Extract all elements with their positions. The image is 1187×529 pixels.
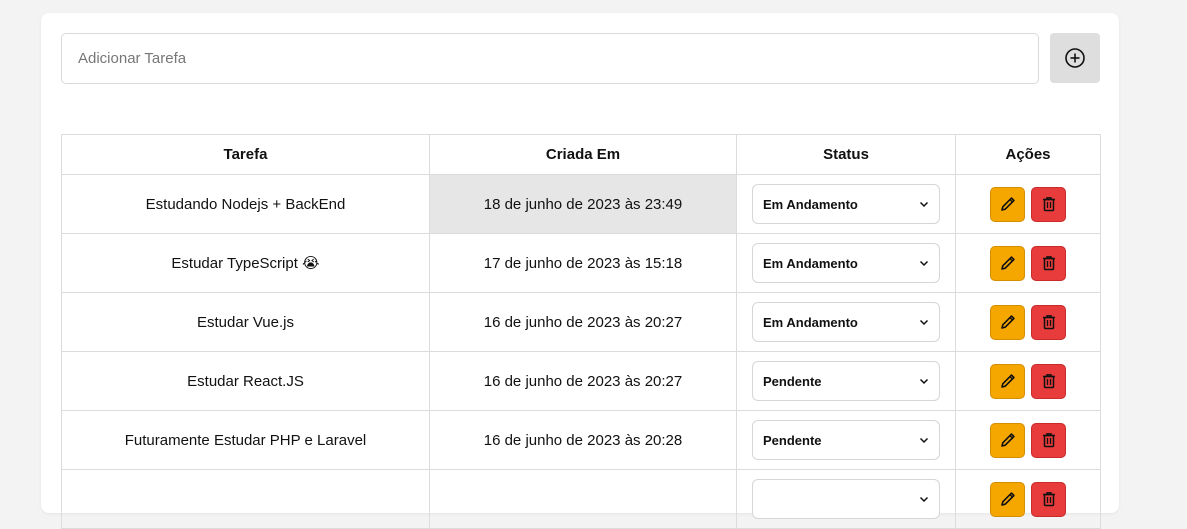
delete-button[interactable] [1031,304,1066,340]
task-created: 16 de junho de 2023 às 20:27 [429,351,737,411]
task-name: Estudar Vue.js [61,292,430,352]
pencil-icon [1000,315,1015,329]
trash-icon [1042,374,1055,389]
status-cell: Em Andamento [736,292,956,352]
plus-circle-icon [1065,48,1085,68]
actions-cell [955,292,1101,352]
actions-cell [955,233,1101,293]
pencil-icon [1000,256,1015,270]
status-value: Em Andamento [763,196,858,212]
delete-button[interactable] [1031,186,1066,222]
actions-cell [955,351,1101,411]
status-cell [736,469,956,529]
chevron-down-icon [919,260,929,267]
edit-button[interactable] [990,304,1025,340]
chevron-down-icon [919,437,929,444]
table-row: Estudar Vue.js 16 de junho de 2023 às 20… [61,292,1101,352]
delete-button[interactable] [1031,422,1066,458]
trash-icon [1042,433,1055,448]
tasks-table: Tarefa Criada Em Status Ações Estudando … [61,134,1101,529]
edit-button[interactable] [990,245,1025,281]
table-row [61,469,1101,529]
edit-button[interactable] [990,363,1025,399]
table-row: Futuramente Estudar PHP e Laravel 16 de … [61,410,1101,470]
status-select[interactable]: Pendente [752,361,940,401]
status-cell: Pendente [736,351,956,411]
task-name: Estudar React.JS [61,351,430,411]
status-value: Pendente [763,373,822,389]
task-name: Futuramente Estudar PHP e Laravel [61,410,430,470]
pencil-icon [1000,197,1015,211]
chevron-down-icon [919,319,929,326]
task-created: 17 de junho de 2023 às 15:18 [429,233,737,293]
task-created [429,469,737,529]
status-value: Em Andamento [763,314,858,330]
task-name: Estudar TypeScript 😭 [61,233,430,293]
edit-button[interactable] [990,186,1025,222]
trash-icon [1042,492,1055,507]
table-row: Estudar React.JS 16 de junho de 2023 às … [61,351,1101,411]
status-select[interactable]: Em Andamento [752,302,940,342]
delete-button[interactable] [1031,481,1066,517]
add-task-button[interactable] [1050,33,1100,83]
trash-icon [1042,315,1055,330]
table-header-row: Tarefa Criada Em Status Ações [61,134,1101,175]
status-select[interactable]: Em Andamento [752,243,940,283]
actions-cell [955,174,1101,234]
pencil-icon [1000,492,1015,506]
chevron-down-icon [919,496,929,503]
header-actions: Ações [955,134,1101,175]
task-name: Estudando Nodejs + BackEnd [61,174,430,234]
actions-cell [955,410,1101,470]
pencil-icon [1000,433,1015,447]
task-created: 16 de junho de 2023 às 20:28 [429,410,737,470]
pencil-icon [1000,374,1015,388]
task-name [61,469,430,529]
table-row: Estudar TypeScript 😭 17 de junho de 2023… [61,233,1101,293]
status-value: Pendente [763,432,822,448]
status-cell: Pendente [736,410,956,470]
task-created: 18 de junho de 2023 às 23:49 [429,174,737,234]
status-value: Em Andamento [763,255,858,271]
table-row: Estudando Nodejs + BackEnd 18 de junho d… [61,174,1101,234]
chevron-down-icon [919,378,929,385]
task-created: 16 de junho de 2023 às 20:27 [429,292,737,352]
status-select[interactable]: Pendente [752,420,940,460]
add-task-input[interactable] [61,33,1039,84]
chevron-down-icon [919,201,929,208]
header-task: Tarefa [61,134,430,175]
header-status: Status [736,134,956,175]
header-created: Criada Em [429,134,737,175]
delete-button[interactable] [1031,245,1066,281]
edit-button[interactable] [990,481,1025,517]
status-select[interactable] [752,479,940,519]
actions-cell [955,469,1101,529]
edit-button[interactable] [990,422,1025,458]
status-cell: Em Andamento [736,233,956,293]
trash-icon [1042,256,1055,271]
status-cell: Em Andamento [736,174,956,234]
delete-button[interactable] [1031,363,1066,399]
trash-icon [1042,197,1055,212]
status-select[interactable]: Em Andamento [752,184,940,224]
